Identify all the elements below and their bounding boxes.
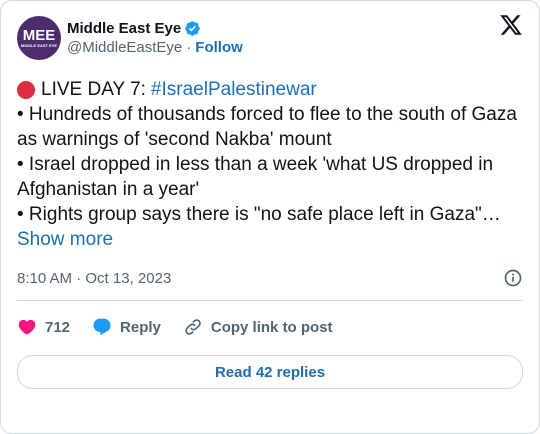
- action-bar: 712 Reply Copy link to post: [17, 301, 523, 353]
- tweet-meta: 8:10 AM · Oct 13, 2023: [17, 266, 523, 290]
- timestamp[interactable]: 8:10 AM · Oct 13, 2023: [17, 270, 171, 287]
- like-button[interactable]: 712: [17, 317, 70, 337]
- time: 8:10 AM: [17, 269, 73, 287]
- avatar[interactable]: MEE MIDDLE EAST EYE: [17, 16, 61, 60]
- link-icon: [185, 319, 201, 335]
- copy-link-label: Copy link to post: [210, 318, 333, 336]
- avatar-subtitle: MIDDLE EAST EYE: [20, 43, 58, 48]
- author-identity: Middle East Eye @MiddleEastEye · Follow: [67, 19, 243, 57]
- author-name-row: Middle East Eye: [67, 19, 243, 38]
- info-icon[interactable]: [503, 268, 523, 288]
- heart-icon: [18, 319, 36, 335]
- author-handle-row: @MiddleEastEye · Follow: [67, 38, 243, 57]
- x-logo-icon[interactable]: [499, 13, 523, 37]
- live-prefix: LIVE DAY 7:: [41, 79, 146, 100]
- show-more-link[interactable]: Show more: [17, 229, 113, 250]
- author-handle[interactable]: @MiddleEastEye: [67, 38, 182, 57]
- tweet-card: MEE MIDDLE EAST EYE Middle East Eye @Mid…: [0, 0, 540, 434]
- like-count: 712: [45, 318, 71, 336]
- avatar-mark: MEE: [22, 27, 56, 44]
- date: Oct 13, 2023: [85, 269, 172, 287]
- reply-button[interactable]: Reply: [92, 317, 161, 337]
- bullet-paragraph-2: • Israel dropped in less than a week 'wh…: [17, 154, 494, 200]
- tweet-text: LIVE DAY 7: #IsraelPalestinewar • Hundre…: [17, 77, 523, 252]
- bullet-paragraph-3: • Rights group says there is "no safe pl…: [17, 202, 523, 252]
- hashtag-link[interactable]: #IsraelPalestinewar: [151, 77, 317, 102]
- separator-dot: ·: [186, 39, 192, 56]
- live-line: LIVE DAY 7: #IsraelPalestinewar: [17, 77, 523, 102]
- verified-badge-icon: [184, 20, 201, 37]
- bullet-3-text: • Rights group says there is "no safe pl…: [17, 204, 501, 225]
- copy-link-button[interactable]: Copy link to post: [183, 317, 333, 337]
- author-name[interactable]: Middle East Eye: [67, 19, 181, 38]
- tweet-header: MEE MIDDLE EAST EYE Middle East Eye @Mid…: [17, 13, 523, 63]
- red-circle-icon: [17, 80, 35, 99]
- reply-label: Reply: [120, 318, 161, 336]
- read-replies-button[interactable]: Read 42 replies: [17, 355, 523, 389]
- bullet-paragraph-1: • Hundreds of thousands forced to flee t…: [17, 104, 517, 150]
- follow-button[interactable]: Follow: [195, 38, 243, 57]
- reply-bubble-icon: [93, 318, 111, 336]
- meta-separator: ·: [76, 269, 82, 287]
